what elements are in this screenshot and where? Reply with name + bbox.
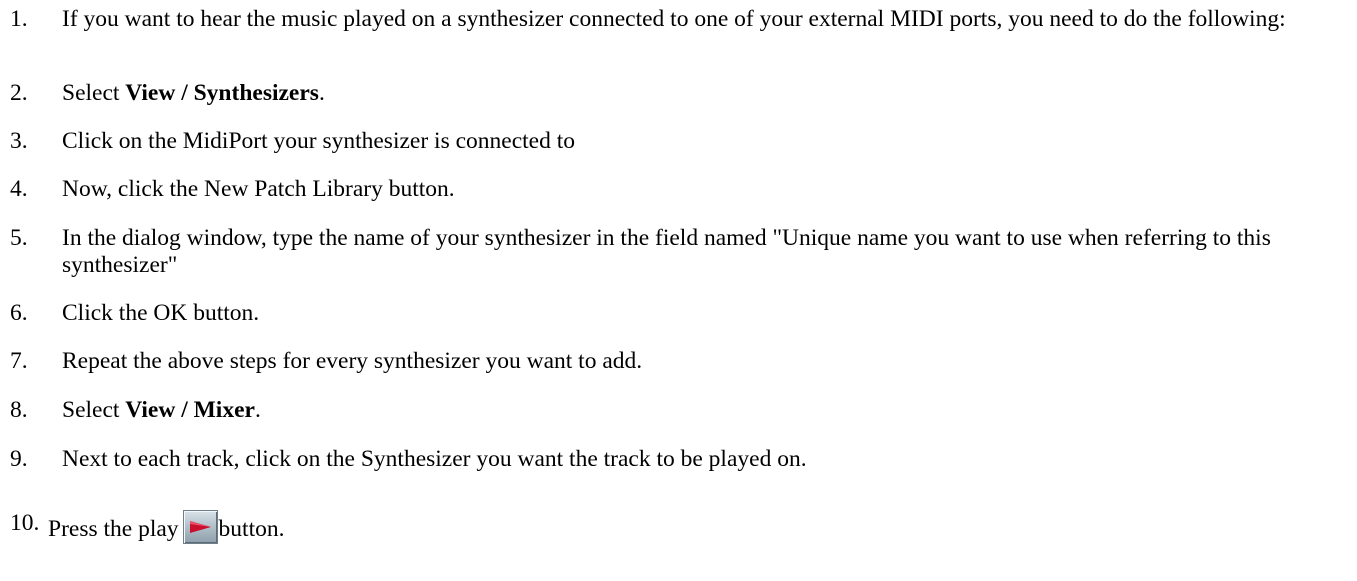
step-text-prefix: Select [62, 80, 126, 106]
step-text-prefix: Select [62, 397, 126, 423]
step-text: Now, click the New Patch Library button. [62, 176, 455, 202]
step-text: Click on the MidiPort your synthesizer i… [62, 128, 575, 154]
step-number: 3. [10, 128, 28, 154]
step-number: 2. [10, 80, 28, 106]
step-number: 8. [10, 397, 28, 423]
step-text: Select View / Synthesizers. [62, 80, 1352, 107]
step-number: 9. [10, 446, 28, 472]
play-icon [189, 521, 211, 533]
step-number: 10. [10, 510, 40, 536]
step-text: Repeat the above steps for every synthes… [62, 348, 643, 374]
step-text: Click the OK button. [62, 300, 260, 326]
step-text-suffix: . [318, 80, 325, 106]
step-text: Select View / Mixer. [62, 397, 1352, 424]
step-number: 6. [10, 300, 28, 326]
step-text: Press the play button. [48, 510, 1338, 544]
step-number: 1. [10, 6, 28, 32]
step-text: In the dialog window, type the name of y… [62, 225, 1271, 278]
menu-path: View / Synthesizers [125, 80, 319, 106]
step-number: 7. [10, 348, 28, 374]
play-button[interactable] [182, 510, 218, 544]
step-text: Next to each track, click on the Synthes… [62, 446, 807, 472]
step-number: 4. [10, 176, 28, 202]
step-text: If you want to hear the music played on … [62, 6, 1286, 32]
step-number: 5. [10, 225, 28, 251]
menu-path: View / Mixer [125, 397, 255, 423]
step-text-suffix: . [254, 397, 261, 423]
step-text-prefix: Press the play [48, 516, 179, 542]
step-text-suffix: button. [218, 516, 285, 542]
